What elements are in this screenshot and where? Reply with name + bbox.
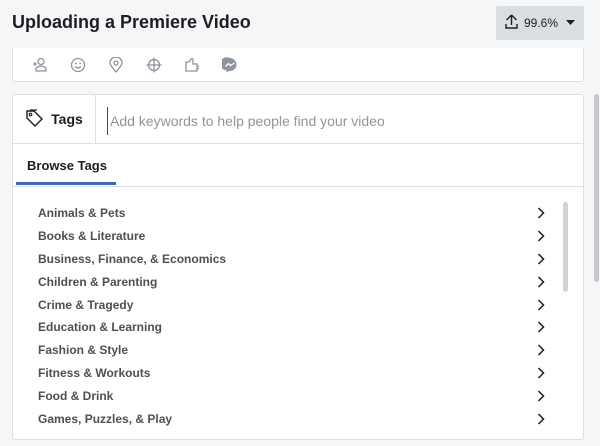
tag-people-icon[interactable] [21, 50, 59, 80]
chevron-right-icon [537, 390, 545, 402]
caret-down-icon [566, 18, 576, 28]
chevron-right-icon [537, 207, 545, 219]
sponsor-handshake-icon[interactable] [173, 50, 211, 80]
tab-browse-tags[interactable]: Browse Tags [17, 144, 117, 186]
list-scrollbar[interactable] [563, 202, 568, 292]
active-tab-indicator [16, 182, 116, 185]
category-label: Business, Finance, & Economics [38, 251, 227, 266]
chevron-right-icon [537, 299, 545, 311]
feeling-emoji-icon[interactable] [59, 50, 97, 80]
category-label: Children & Parenting [38, 274, 158, 289]
tags-label-text: Tags [51, 111, 83, 127]
category-item[interactable]: Children & Parenting [13, 270, 565, 293]
chevron-right-icon [537, 253, 545, 265]
category-item[interactable]: Education & Learning [13, 316, 565, 339]
category-label: Food & Drink [38, 388, 114, 403]
category-label: Books & Literature [38, 229, 146, 244]
category-item[interactable]: Crime & Tragedy [13, 293, 565, 316]
location-pin-icon[interactable] [97, 50, 135, 80]
tag-icon [25, 108, 45, 130]
category-item[interactable]: Food & Drink [13, 384, 565, 407]
upload-progress-button[interactable]: 99.6% [496, 6, 584, 40]
category-item[interactable]: Fitness & Workouts [13, 362, 565, 385]
chevron-right-icon [537, 321, 545, 333]
category-item[interactable]: Books & Literature [13, 225, 565, 248]
chevron-right-icon [537, 230, 545, 242]
category-label: Fitness & Workouts [38, 365, 151, 380]
upload-arrow-icon [505, 14, 518, 32]
upload-progress-value: 99.6% [523, 16, 559, 30]
page-scrollbar-thumb[interactable] [594, 94, 599, 282]
post-options-toolbar [12, 48, 584, 82]
category-label: Crime & Tragedy [38, 297, 134, 312]
chevron-right-icon [537, 344, 545, 356]
messenger-icon[interactable] [211, 50, 249, 80]
category-label: Games, Puzzles, & Play [38, 411, 173, 426]
chevron-right-icon [537, 367, 545, 379]
browse-tags-panel: Browse Tags Animals & Pets Books & Litera… [12, 144, 584, 440]
category-item[interactable]: Fashion & Style [13, 339, 565, 362]
category-item[interactable]: Games, Puzzles, & Play [13, 407, 565, 430]
category-list: Animals & Pets Books & Literature Business… [13, 202, 565, 430]
chevron-right-icon [537, 276, 545, 288]
chevron-right-icon [537, 413, 545, 425]
divider [13, 186, 583, 187]
category-label: Education & Learning [38, 320, 163, 335]
category-label: Fashion & Style [38, 343, 129, 358]
page-title: Uploading a Premiere Video [12, 12, 251, 32]
category-label: Animals & Pets [38, 206, 126, 221]
category-item[interactable]: Animals & Pets [13, 202, 565, 225]
tags-field: Tags [12, 94, 584, 144]
tags-label: Tags [13, 95, 96, 143]
header: Uploading a Premiere Video 99.6% [0, 0, 600, 48]
tags-input[interactable] [107, 107, 572, 135]
category-item[interactable]: Business, Finance, & Economics [13, 248, 565, 271]
crosshair-icon[interactable] [135, 50, 173, 80]
